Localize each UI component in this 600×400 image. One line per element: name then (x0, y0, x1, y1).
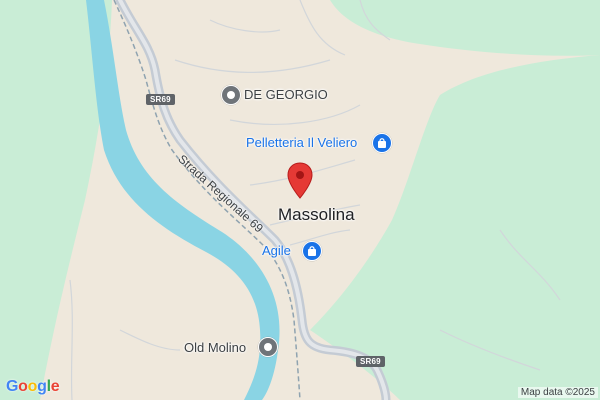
poi-label-de-georgio[interactable]: DE GEORGIO (244, 87, 328, 102)
location-pin-icon[interactable] (286, 162, 314, 205)
logo-letter: o (18, 378, 28, 395)
place-icon-glyph (227, 91, 235, 99)
google-logo[interactable]: Google (6, 378, 60, 396)
place-label-massolina[interactable]: Massolina (278, 205, 355, 225)
route-shield-sr69-south: SR69 (356, 356, 385, 367)
poi-label-pelletteria[interactable]: Pelletteria Il Veliero (246, 135, 357, 150)
logo-letter: e (50, 378, 60, 395)
map-attribution[interactable]: Map data ©2025 (517, 387, 598, 398)
shopping-bag-icon[interactable] (372, 133, 392, 153)
shopping-bag-icon-glyph (378, 138, 386, 148)
poi-label-agile[interactable]: Agile (262, 243, 291, 258)
logo-letter: o (27, 378, 38, 395)
logo-letter: G (6, 378, 19, 395)
place-icon-glyph (264, 343, 272, 351)
shopping-bag-icon[interactable] (302, 241, 322, 261)
location-pin-glyph (287, 162, 313, 199)
logo-letter: g (37, 378, 47, 395)
place-icon[interactable] (258, 337, 278, 357)
poi-label-old-molino[interactable]: Old Molino (184, 340, 246, 355)
route-shield-sr69: SR69 (146, 94, 175, 105)
map-canvas[interactable]: SR69 SR69 Strada Regionale 69 DE GEORGIO… (0, 0, 600, 400)
shopping-bag-icon-glyph (308, 246, 316, 256)
place-icon[interactable] (221, 85, 241, 105)
